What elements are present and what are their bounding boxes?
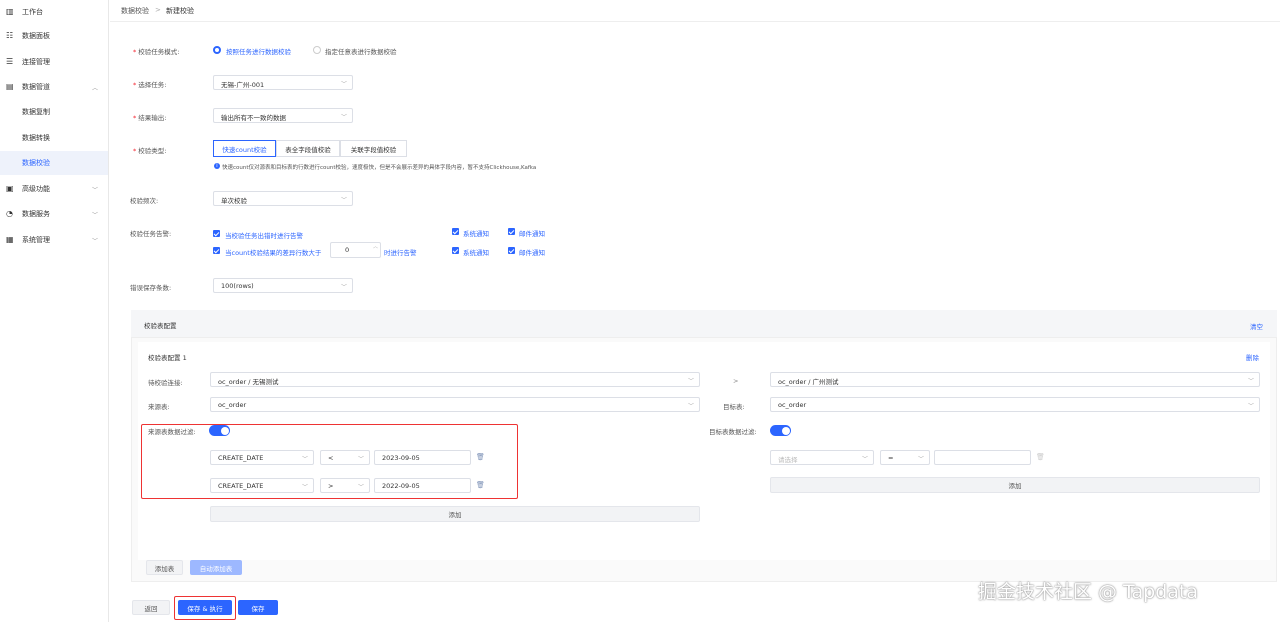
chevron-up-icon: ︿: [91, 84, 98, 92]
type-join-field-option[interactable]: 关联字段值校验: [340, 140, 407, 157]
chevron-down-icon: ﹀: [1247, 403, 1254, 410]
freq-label: 校验频次:: [130, 197, 159, 205]
sidebar: ▥ 工作台 ☷ 数据面板 ☰ 连接管理 ▤ 数据管道 ︿ 数据复制 数据转换 数…: [0, 0, 109, 622]
info-icon: i: [214, 163, 220, 169]
source-filter-add-button[interactable]: 添加: [210, 506, 700, 522]
type-full-field-option[interactable]: 表全字段值校验: [276, 140, 340, 157]
clear-link[interactable]: 清空: [1250, 321, 1263, 331]
back-button[interactable]: 返回: [132, 600, 170, 615]
mode-table-label[interactable]: 指定任意表进行数据校验: [325, 46, 397, 56]
chevron-down-icon: ﹀: [917, 456, 924, 463]
output-label: 结果输出:: [133, 112, 166, 122]
sidebar-item-workbench[interactable]: ▥ 工作台: [0, 0, 108, 24]
task-select[interactable]: 无锡-广州-001 ﹀: [213, 75, 353, 90]
save-button[interactable]: 保存: [238, 600, 278, 615]
output-select[interactable]: 输出所有不一致的数据 ﹀: [213, 108, 353, 123]
alarm-error-checkbox[interactable]: [213, 230, 220, 237]
freq-select[interactable]: 单次校验 ﹀: [213, 191, 353, 206]
config-item-title: 校验表配置 1: [148, 354, 187, 362]
source-table-label: 来源表:: [148, 403, 170, 411]
chevron-down-icon: ﹀: [687, 403, 694, 410]
target-conn-select[interactable]: oc_order / 广州测试 ﹀: [770, 372, 1260, 387]
chevron-down-icon: ﹀: [91, 237, 98, 245]
chevron-down-icon: ﹀: [91, 211, 98, 219]
auto-add-table-button[interactable]: 自动添加表: [190, 560, 242, 575]
alarm-count-label-post: 时进行告警: [384, 249, 417, 257]
target-filter-add-button[interactable]: 添加: [770, 477, 1260, 493]
alarm1-system-label: 系统通知: [463, 230, 489, 238]
highlight-box-save-run: [174, 596, 236, 620]
target-filter-op[interactable]: = ﹀: [880, 450, 930, 465]
alarm2-system-label: 系统通知: [463, 249, 489, 257]
system-icon: ▦: [6, 235, 14, 244]
delete-link[interactable]: 删除: [1246, 352, 1259, 362]
chevron-down-icon: ﹀: [340, 284, 347, 291]
chevron-down-icon: ﹀: [1247, 378, 1254, 385]
type-hint: 快速count仅对源表和目标表的行数进行count校验，速度极快，但是不会展示差…: [222, 165, 537, 171]
alarm-label: 校验任务告警:: [130, 230, 172, 238]
service-icon: ◔: [6, 209, 13, 218]
chevron-down-icon: ﹀: [340, 114, 347, 121]
connection-icon: ☰: [6, 57, 14, 66]
alarm1-email-label: 邮件通知: [519, 230, 545, 238]
breadcrumb: 数据校验 > 新建校验: [110, 0, 1280, 22]
chevron-down-icon: ﹀: [340, 81, 347, 88]
sidebar-item-transform[interactable]: 数据转换: [0, 126, 108, 150]
breadcrumb-parent[interactable]: 数据校验: [121, 6, 149, 16]
chevron-up-icon[interactable]: ︿: [373, 243, 378, 250]
alarm2-email-checkbox[interactable]: [508, 247, 515, 254]
source-conn-select[interactable]: oc_order / 无锡测试 ﹀: [210, 372, 700, 387]
alarm-count-checkbox[interactable]: [213, 247, 220, 254]
error-rows-select[interactable]: 100(rows) ﹀: [213, 278, 353, 293]
config-panel-header: [131, 310, 1277, 338]
alarm2-system-checkbox[interactable]: [452, 247, 459, 254]
chevron-down-icon: ﹀: [861, 456, 868, 463]
source-table-select[interactable]: oc_order ﹀: [210, 397, 700, 412]
target-filter-field[interactable]: 请选择 ﹀: [770, 450, 874, 465]
watermark: 掘金技术社区 @ Tapdata: [978, 581, 1199, 603]
sidebar-item-connections[interactable]: ☰ 连接管理: [0, 50, 108, 74]
type-count-option[interactable]: 快速count校验: [213, 140, 276, 157]
advanced-icon: ▣: [6, 184, 14, 193]
trash-icon[interactable]: 🗑: [1036, 453, 1045, 461]
highlight-box-filter: [141, 424, 518, 499]
alarm-error-label: 当校验任务出错时进行告警: [225, 232, 303, 240]
config-title: 校验表配置: [144, 322, 177, 330]
mode-task-label[interactable]: 按照任务进行数据校验: [226, 46, 291, 56]
sidebar-item-service[interactable]: ◔ 数据服务 ﹀: [0, 202, 108, 226]
target-filter-switch[interactable]: [770, 425, 791, 436]
chevron-down-icon: ﹀: [687, 378, 694, 385]
chevron-down-icon: ﹀: [340, 197, 347, 204]
arrow-right-icon: >: [733, 377, 739, 385]
alarm-count-stepper[interactable]: 0 ︿: [330, 242, 381, 258]
breadcrumb-current: 新建校验: [166, 7, 194, 15]
pipeline-icon: ▤: [6, 82, 14, 91]
add-table-button[interactable]: 添加表: [146, 560, 183, 575]
sidebar-item-replication[interactable]: 数据复制: [0, 100, 108, 124]
error-rows-label: 错误保存条数:: [130, 284, 172, 292]
alarm2-email-label: 邮件通知: [519, 249, 545, 257]
panel-icon: ☷: [6, 31, 14, 40]
mode-task-radio[interactable]: [213, 46, 221, 54]
mode-label: 校验任务模式:: [133, 46, 179, 56]
dashboard-icon: ▥: [6, 7, 14, 16]
sidebar-item-verification[interactable]: 数据校验: [0, 151, 108, 175]
alarm1-email-checkbox[interactable]: [508, 228, 515, 235]
task-label: 选择任务:: [133, 79, 166, 89]
chevron-down-icon: ﹀: [91, 186, 98, 194]
target-table-label: 目标表:: [723, 403, 745, 411]
breadcrumb-separator: >: [155, 6, 161, 14]
alarm1-system-checkbox[interactable]: [452, 228, 459, 235]
mode-table-radio[interactable]: [313, 46, 321, 54]
type-label: 校验类型:: [133, 145, 166, 155]
conn-label: 待校验连接:: [148, 379, 183, 387]
target-table-select[interactable]: oc_order ﹀: [770, 397, 1260, 412]
target-filter-value[interactable]: [934, 450, 1031, 465]
sidebar-item-data-panel[interactable]: ☷ 数据面板: [0, 24, 108, 48]
alarm-count-label-pre: 当count校验结果的差异行数大于: [225, 249, 322, 257]
sidebar-item-system[interactable]: ▦ 系统管理 ﹀: [0, 228, 108, 252]
sidebar-item-advanced[interactable]: ▣ 高级功能 ﹀: [0, 177, 108, 201]
sidebar-item-pipeline[interactable]: ▤ 数据管道 ︿: [0, 75, 108, 99]
target-filter-label: 目标表数据过滤:: [709, 428, 757, 436]
